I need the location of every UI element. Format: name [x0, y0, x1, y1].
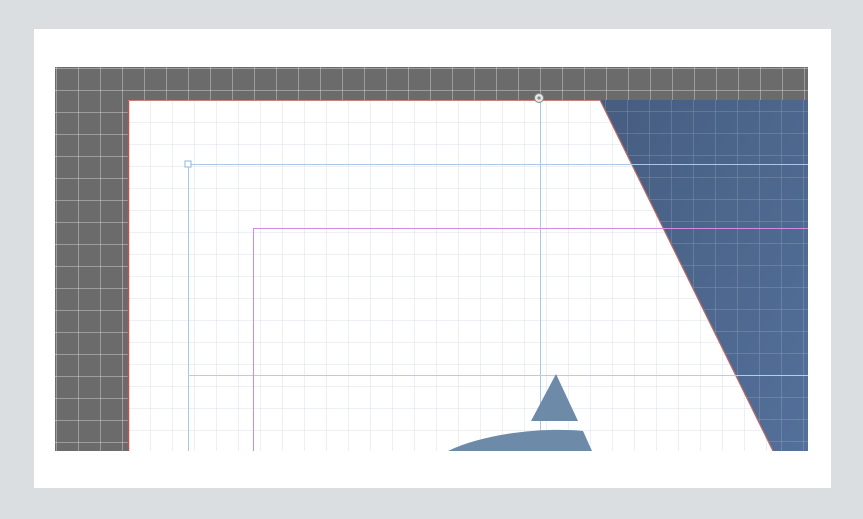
document-canvas[interactable] [55, 67, 808, 451]
anchor-point-icon[interactable] [184, 160, 192, 168]
canvas-artwork [127, 93, 808, 451]
rotation-handle-icon[interactable] [534, 93, 544, 103]
